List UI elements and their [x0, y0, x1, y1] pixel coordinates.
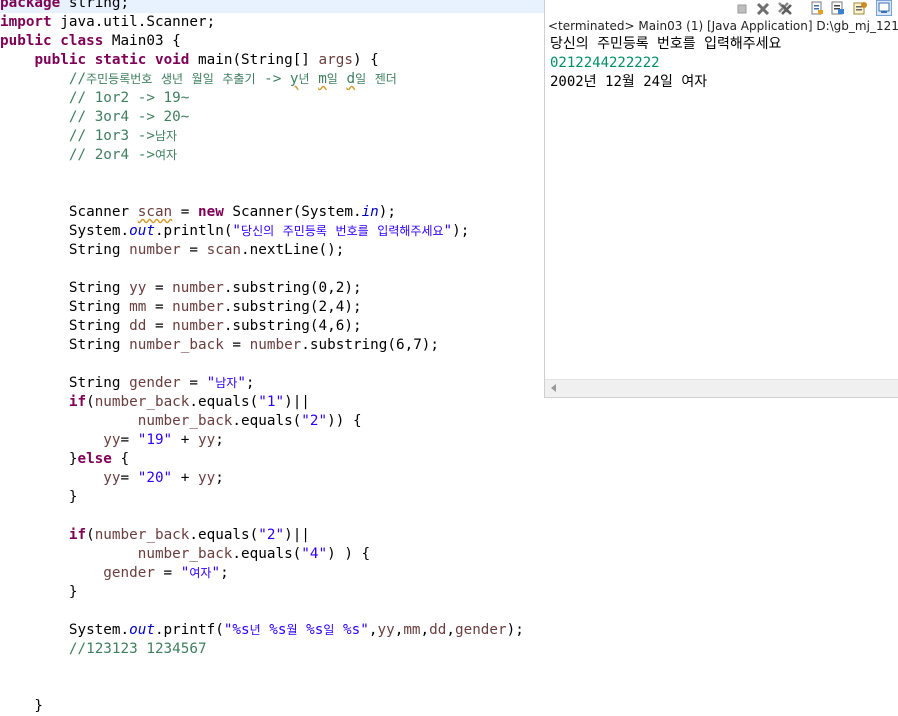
code-line[interactable]: import java.util.Scanner;	[0, 13, 215, 32]
code-line[interactable]: // 1or2 -> 19~	[0, 89, 190, 108]
code-line[interactable]: gender = "여자";	[0, 564, 228, 583]
console-toolbar	[545, 0, 898, 17]
pin-console-icon[interactable]	[853, 1, 867, 15]
code-line[interactable]: String dd = number.substring(4,6);	[0, 317, 362, 336]
code-line[interactable]: }else {	[0, 450, 129, 469]
code-line[interactable]: number_back.equals("2")) {	[0, 412, 362, 431]
code-line[interactable]: String number = scan.nextLine();	[0, 241, 344, 260]
console-view[interactable]: <terminated> Main03 (1) [Java Applicatio…	[544, 0, 898, 398]
scroll-lock-icon[interactable]	[810, 1, 824, 15]
remove-all-icon[interactable]	[778, 1, 792, 15]
scroll-left-arrow-icon[interactable]	[551, 384, 556, 392]
code-line[interactable]: // 3or4 -> 20~	[0, 108, 190, 127]
console-output-line: 2002년 12월 24일 여자	[550, 74, 708, 90]
code-line[interactable]: Scanner scan = new Scanner(System.in);	[0, 203, 396, 222]
code-line[interactable]: if(number_back.equals("1")||	[0, 393, 310, 412]
code-line[interactable]: if(number_back.equals("2")||	[0, 526, 310, 545]
code-line[interactable]: String yy = number.substring(0,2);	[0, 279, 362, 298]
code-line[interactable]: // 2or4 ->여자	[0, 146, 177, 165]
code-line[interactable]: package string;	[0, 0, 545, 13]
code-line[interactable]: number_back.equals("4") ) {	[0, 545, 370, 564]
code-line[interactable]: yy= "19" + yy;	[0, 431, 224, 450]
code-line[interactable]: public class Main03 {	[0, 32, 181, 51]
console-title: <terminated> Main03 (1) [Java Applicatio…	[548, 19, 898, 33]
code-line[interactable]: }	[0, 697, 43, 716]
code-line[interactable]: }	[0, 488, 78, 507]
code-line[interactable]: System.out.println("당신의 주민등록 번호를 입력해주세요"…	[0, 222, 470, 241]
terminate-icon[interactable]	[735, 1, 749, 15]
code-line[interactable]: String mm = number.substring(2,4);	[0, 298, 362, 317]
code-line[interactable]: public static void main(String[] args) {	[0, 51, 378, 70]
console-output-line: 당신의 주민등록 번호를 입력해주세요	[550, 36, 782, 52]
code-line[interactable]: //123123 1234567	[0, 640, 207, 659]
code-line[interactable]: // 1or3 ->남자	[0, 127, 177, 146]
code-editor[interactable]: package string; import java.util.Scanner;…	[0, 0, 545, 714]
code-line[interactable]: System.out.printf("%s년 %s월 %s일 %s",yy,mm…	[0, 621, 524, 640]
code-line[interactable]: String gender = "남자";	[0, 374, 255, 393]
display-console-icon[interactable]	[876, 0, 892, 16]
word-wrap-icon[interactable]	[831, 1, 845, 15]
code-line[interactable]: //주민등록번호 생년 월일 추출기 -> y년 m일 d일 젠더	[0, 70, 397, 89]
code-line[interactable]: }	[0, 583, 78, 602]
code-line[interactable]: String number_back = number.substring(6,…	[0, 336, 439, 355]
console-input-line: 0212244222222	[550, 55, 660, 71]
code-line[interactable]: yy= "20" + yy;	[0, 469, 224, 488]
horizontal-scrollbar[interactable]	[545, 379, 898, 397]
remove-launch-icon[interactable]	[756, 1, 770, 15]
